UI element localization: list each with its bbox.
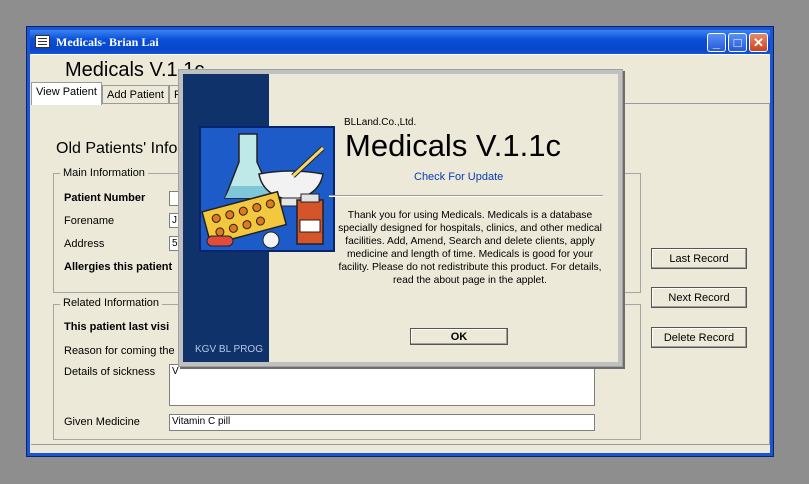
address-label: Address xyxy=(64,238,105,250)
medicine-illustration-icon xyxy=(199,126,335,252)
given-medicine-label: Given Medicine xyxy=(64,416,140,428)
given-medicine-field[interactable]: Vitamin C pill xyxy=(169,414,595,431)
delete-record-button[interactable]: Delete Record xyxy=(651,327,747,348)
maximize-button[interactable]: □ xyxy=(728,33,747,52)
maximize-icon: □ xyxy=(733,35,742,50)
check-for-update-link[interactable]: Check For Update xyxy=(414,171,503,183)
tab-view-patient[interactable]: View Patient xyxy=(31,82,102,105)
close-button[interactable]: ✕ xyxy=(749,33,768,52)
last-record-button[interactable]: Last Record xyxy=(651,248,747,269)
details-label: Details of sickness xyxy=(64,366,156,378)
splash-dialog: KGV BL PROG BLLand.Co.,Ltd. Medicals V.1… xyxy=(178,69,623,367)
last-visit-label: This patient last visi xyxy=(64,321,170,333)
form-icon[interactable] xyxy=(35,35,50,48)
splash-company: BLLand.Co.,Ltd. xyxy=(344,117,417,128)
related-information-legend: Related Information xyxy=(60,297,162,309)
splash-message: Thank you for using Medicals. Medicals i… xyxy=(338,210,602,286)
reason-label: Reason for coming the la xyxy=(64,345,187,357)
close-icon: ✕ xyxy=(753,35,764,50)
section-title: Old Patients' Info xyxy=(56,140,178,157)
details-of-sickness-field[interactable]: V xyxy=(169,364,595,406)
tab-add-patient[interactable]: Add Patient xyxy=(102,85,169,105)
main-information-legend: Main Information xyxy=(60,167,148,179)
splash-product-name: Medicals V.1.1c xyxy=(345,128,561,163)
splash-band-label: KGV BL PROG xyxy=(195,344,263,355)
window-title: Medicals- Brian Lai xyxy=(56,35,159,49)
allergies-label: Allergies this patient xyxy=(64,261,173,273)
title-bar[interactable]: Medicals- Brian Lai _ □ ✕ xyxy=(30,30,770,54)
ok-button[interactable]: OK xyxy=(410,328,508,345)
splash-divider xyxy=(329,195,603,197)
patient-number-label: Patient Number xyxy=(64,192,146,204)
minimize-button[interactable]: _ xyxy=(707,33,726,52)
forename-label: Forename xyxy=(64,215,115,227)
minimize-icon: _ xyxy=(712,35,721,50)
next-record-button[interactable]: Next Record xyxy=(651,287,747,308)
